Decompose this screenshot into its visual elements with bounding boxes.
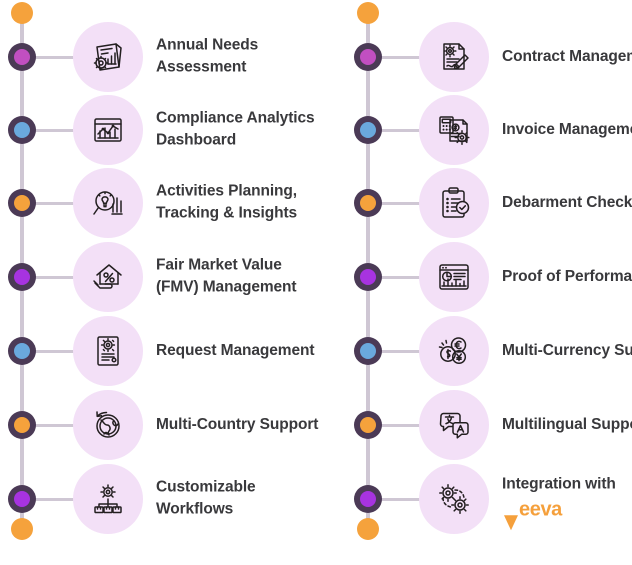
analytics-dashboard-icon: [88, 110, 128, 150]
timeline-item-label: Compliance Analytics Dashboard: [156, 109, 315, 149]
timeline-dot: [354, 189, 382, 217]
integration-label-text: Integration with: [502, 475, 616, 493]
timeline-dot: [8, 411, 36, 439]
document-chart-gear-icon: [88, 37, 128, 77]
timeline-dot: [354, 411, 382, 439]
timeline-item-label: Fair Market Value (FMV) Management: [156, 256, 297, 296]
timeline-item-label: Customizable Workflows: [156, 478, 256, 518]
timeline-dot: [8, 485, 36, 513]
timeline-item-label: Activities Planning, Tracking & Insights: [156, 182, 298, 222]
timeline-column-right: Contract Management: [346, 0, 632, 565]
translation-bubbles-icon: [434, 405, 474, 445]
timeline-item-label: Invoice Management: [502, 120, 632, 138]
icon-bubble: [419, 168, 489, 238]
timeline-item-label: Multi-Currency Support: [502, 341, 632, 359]
gear-workflow-icon: [88, 479, 128, 519]
icon-bubble: [419, 242, 489, 312]
icon-bubble: [73, 22, 143, 92]
icon-bubble: [73, 316, 143, 386]
timeline-item-label: Contract Management: [502, 47, 632, 65]
veeva-logo: eeva: [504, 496, 562, 531]
timeline-dot: [8, 337, 36, 365]
timeline-dot: [8, 116, 36, 144]
icon-bubble: [73, 390, 143, 460]
timeline-item-activities-planning[interactable]: Activities Planning, Tracking & Insights: [0, 168, 316, 238]
icon-bubble: [419, 316, 489, 386]
magnifier-lightbulb-bars-icon: [88, 183, 128, 223]
timeline-item-label: Integration with eeva: [502, 473, 632, 531]
timeline-dot: [354, 337, 382, 365]
icon-bubble: [419, 390, 489, 460]
timeline-dot: [354, 116, 382, 144]
timeline-dot: [8, 43, 36, 71]
timeline-item-multi-country-support[interactable]: Multi-Country Support: [0, 390, 318, 460]
report-chart-window-icon: [434, 257, 474, 297]
timeline-item-multi-currency-support[interactable]: Multi-Currency Support: [346, 316, 632, 386]
timeline-item-integration-with-veeva[interactable]: Integration with eeva: [346, 464, 632, 534]
timeline-item-label: Multi-Country Support: [156, 415, 319, 433]
icon-bubble: [419, 464, 489, 534]
document-gear-icon: [88, 331, 128, 371]
house-percent-hand-icon: [88, 257, 128, 297]
timeline-item-invoice-management[interactable]: Invoice Management: [346, 95, 632, 165]
timeline-dot: [8, 189, 36, 217]
icon-bubble: [419, 22, 489, 92]
timeline-item-contract-management[interactable]: Contract Management: [346, 22, 632, 92]
veeva-wordmark-text: eeva: [519, 498, 562, 521]
gears-integration-icon: [434, 479, 474, 519]
timeline-item-customizable-workflows[interactable]: Customizable Workflows: [0, 464, 316, 534]
timeline-item-debarment-checks[interactable]: Debarment Checks: [346, 168, 632, 238]
timeline-dot: [354, 485, 382, 513]
timeline-item-annual-needs-assessment[interactable]: Annual Needs Assessment: [0, 22, 316, 92]
timeline-item-label: Proof of Performance: [502, 267, 632, 285]
timeline-item-compliance-analytics-dashboard[interactable]: Compliance Analytics Dashboard: [0, 95, 316, 165]
globe-refresh-icon: [88, 405, 128, 445]
timeline-cap-top-right: [357, 2, 379, 24]
icon-bubble: [73, 242, 143, 312]
multi-currency-coins-icon: [434, 331, 474, 371]
timeline-dot: [354, 43, 382, 71]
timeline-dot: [354, 263, 382, 291]
icon-bubble: [419, 95, 489, 165]
timeline-item-proof-of-performance[interactable]: Proof of Performance: [346, 242, 632, 312]
icon-bubble: [73, 464, 143, 534]
invoice-calculator-gear-icon: [434, 110, 474, 150]
clipboard-checklist-icon: [434, 183, 474, 223]
timeline-item-label: Request Management: [156, 341, 315, 359]
timeline-item-multilingual-support[interactable]: Multilingual Support: [346, 390, 632, 460]
contract-signature-icon: [434, 37, 474, 77]
timeline-column-left: Annual Needs Assessment Compliance Analy…: [0, 0, 318, 565]
icon-bubble: [73, 95, 143, 165]
timeline-item-label: Debarment Checks: [502, 193, 632, 211]
timeline-cap-top-left: [11, 2, 33, 24]
timeline-item-request-management[interactable]: Request Management: [0, 316, 316, 386]
timeline-dot: [8, 263, 36, 291]
timeline-item-fair-market-value[interactable]: Fair Market Value (FMV) Management: [0, 242, 316, 312]
timeline-item-label: Multilingual Support: [502, 415, 632, 433]
timeline-item-label: Annual Needs Assessment: [156, 36, 259, 76]
features-timeline-infographic: Annual Needs Assessment Compliance Analy…: [0, 0, 632, 565]
icon-bubble: [73, 168, 143, 238]
